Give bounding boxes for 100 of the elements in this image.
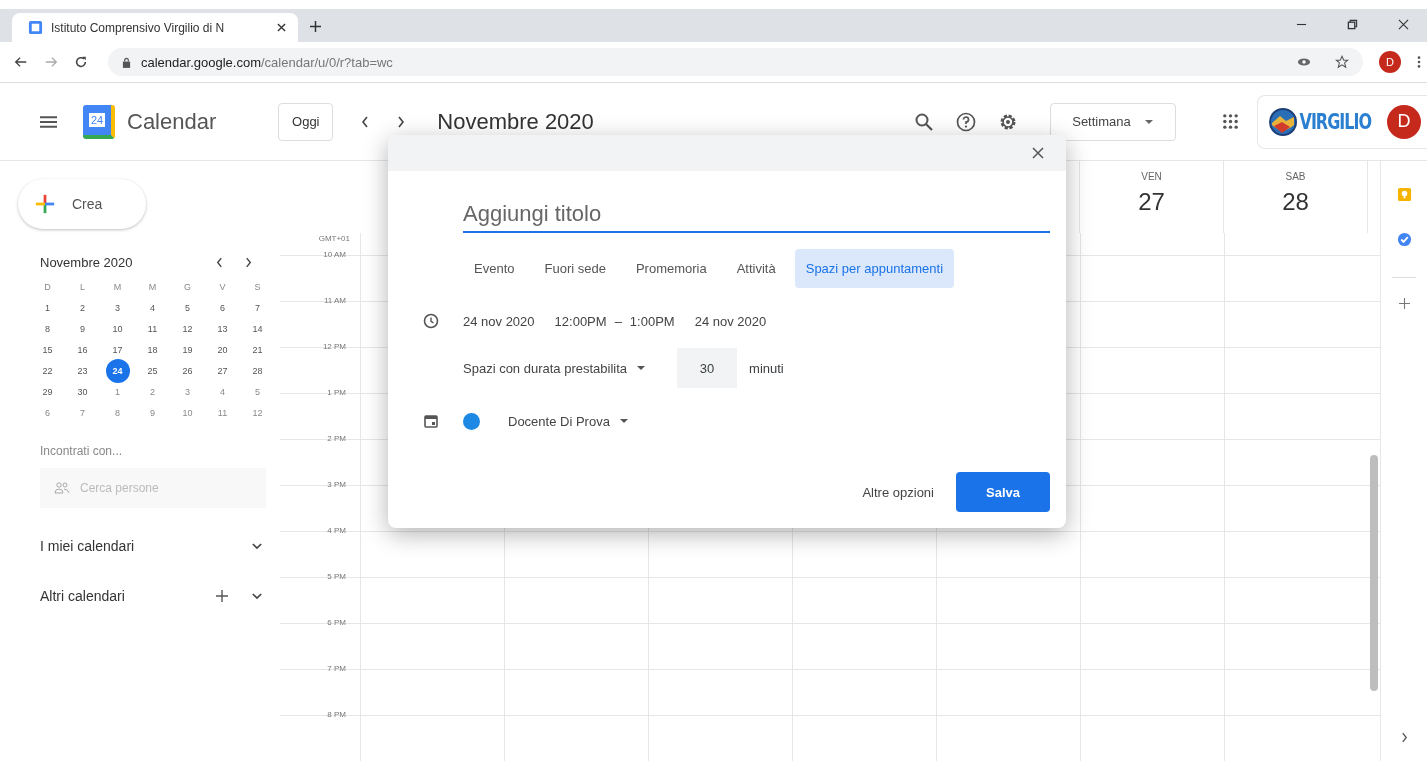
end-time[interactable]: 1:00PM xyxy=(629,313,675,329)
scrollbar[interactable] xyxy=(1370,455,1378,691)
more-options-button[interactable]: Altre opzioni xyxy=(856,483,940,501)
chevron-right-icon[interactable] xyxy=(1400,732,1408,743)
reload-icon[interactable] xyxy=(74,55,88,69)
calendar-dropdown[interactable]: Docente Di Prova xyxy=(500,413,636,429)
plus-icon[interactable] xyxy=(310,21,321,32)
mini-calendar-day[interactable]: 30 xyxy=(73,383,92,401)
start-date[interactable]: 24 nov 2020 xyxy=(463,313,535,329)
mini-calendar-day[interactable]: 25 xyxy=(143,362,162,380)
close-icon[interactable] xyxy=(1032,147,1044,159)
browser-tab[interactable]: Istituto Comprensivo Virgilio di N xyxy=(12,13,298,42)
mini-calendar-day[interactable]: 7 xyxy=(248,299,267,317)
chevron-down-icon[interactable] xyxy=(252,592,262,600)
weekday-label: M xyxy=(147,281,158,294)
slot-mode-dropdown[interactable]: Spazi con durata prestabilita xyxy=(463,360,646,376)
mini-calendar-day[interactable]: 14 xyxy=(248,320,267,338)
mini-calendar-day[interactable]: 2 xyxy=(143,383,162,401)
mini-calendar-day[interactable]: 21 xyxy=(248,341,267,359)
brand-logo-text: VIRGILIO xyxy=(1299,109,1371,134)
minutes-field[interactable]: 30 xyxy=(677,348,738,388)
event-type-tab[interactable]: Promemoria xyxy=(624,249,718,288)
account-avatar[interactable]: D xyxy=(1387,104,1421,139)
mini-calendar-day[interactable]: 11 xyxy=(143,320,162,338)
title-input-field[interactable]: Aggiungi titolo xyxy=(463,197,1050,233)
close-icon[interactable] xyxy=(1398,19,1409,30)
search-icon[interactable] xyxy=(913,111,934,132)
save-button[interactable]: Salva xyxy=(956,472,1050,512)
mini-calendar-day[interactable]: 23 xyxy=(73,362,92,380)
mini-calendar-day[interactable]: 13 xyxy=(213,320,232,338)
mini-calendar-day[interactable]: 4 xyxy=(143,299,162,317)
mini-calendar-day[interactable]: 1 xyxy=(108,383,127,401)
event-type-tab[interactable]: Evento xyxy=(463,249,526,288)
section-heading[interactable]: I miei calendari xyxy=(40,538,135,554)
weekday-label: M xyxy=(112,281,123,294)
apps-grid-icon[interactable] xyxy=(1221,113,1239,130)
mini-calendar-day[interactable]: 4 xyxy=(213,383,232,401)
mini-calendar-day[interactable]: 6 xyxy=(213,299,232,317)
mini-calendar-day[interactable]: 24 xyxy=(105,359,130,383)
mini-calendar-day[interactable]: 3 xyxy=(108,299,127,317)
day-number[interactable]: 27 xyxy=(1138,188,1165,216)
mini-calendar-day[interactable]: 11 xyxy=(213,404,232,422)
event-type-tab[interactable]: Attività xyxy=(725,249,787,288)
mini-calendar-day[interactable]: 9 xyxy=(73,320,92,338)
mini-calendar-day[interactable]: 6 xyxy=(38,404,57,422)
start-time[interactable]: 12:00PM xyxy=(554,313,607,329)
mini-calendar-day[interactable]: 19 xyxy=(178,341,197,359)
back-arrow-icon[interactable] xyxy=(14,55,28,69)
globe-logo-icon xyxy=(1267,106,1298,137)
event-type-tab[interactable]: Spazi per appuntamenti xyxy=(794,249,955,288)
help-icon[interactable] xyxy=(955,111,976,132)
mini-calendar-day[interactable]: 10 xyxy=(178,404,197,422)
mini-calendar-day[interactable]: 18 xyxy=(143,341,162,359)
hour-label: 2 PM xyxy=(327,434,346,443)
people-search-field[interactable]: Cerca persone xyxy=(40,468,266,508)
event-type-tab[interactable]: Fuori sede xyxy=(533,249,617,288)
calendar-icon xyxy=(28,20,43,35)
mini-calendar-day[interactable]: 10 xyxy=(108,320,127,338)
mini-calendar-day[interactable]: 5 xyxy=(248,383,267,401)
chevron-right-icon[interactable] xyxy=(397,115,406,128)
mini-calendar-day[interactable]: 17 xyxy=(108,341,127,359)
caret-icon xyxy=(637,366,646,370)
create-button[interactable]: Crea xyxy=(18,179,146,229)
chevron-left-icon[interactable] xyxy=(361,115,370,128)
mini-calendar-day[interactable]: 8 xyxy=(38,320,57,338)
mini-calendar-day[interactable]: 15 xyxy=(38,341,57,359)
mini-calendar-day[interactable]: 12 xyxy=(178,320,197,338)
restore-icon[interactable] xyxy=(1347,19,1358,30)
today-button[interactable]: Oggi xyxy=(278,102,334,141)
plus-icon[interactable] xyxy=(1398,298,1410,309)
close-icon[interactable] xyxy=(277,23,286,32)
plus-icon[interactable] xyxy=(216,590,228,602)
mini-calendar-day[interactable]: 2 xyxy=(73,299,92,317)
chevron-right-icon[interactable] xyxy=(245,257,252,268)
mini-calendar-day[interactable]: 20 xyxy=(213,341,232,359)
chevron-left-icon[interactable] xyxy=(216,257,223,268)
mini-calendar-day[interactable]: 22 xyxy=(38,362,57,380)
checkmark-circle-icon[interactable] xyxy=(1396,232,1412,247)
address-bar[interactable]: calendar.google.com/calendar/u/0/r?tab=wc xyxy=(108,48,1363,76)
day-number[interactable]: 28 xyxy=(1282,188,1309,216)
mini-calendar-day[interactable]: 16 xyxy=(73,341,92,359)
star-icon[interactable] xyxy=(1335,55,1349,69)
view-dropdown[interactable]: Settimana xyxy=(1049,102,1176,141)
end-date[interactable]: 24 nov 2020 xyxy=(694,313,767,329)
mini-calendar-day[interactable]: 26 xyxy=(178,362,197,380)
mini-calendar-day[interactable]: 28 xyxy=(248,362,267,380)
mini-calendar-day[interactable]: 8 xyxy=(108,404,127,422)
mini-calendar-day[interactable]: 7 xyxy=(73,404,92,422)
mini-calendar-day[interactable]: 1 xyxy=(38,299,57,317)
mini-calendar-day[interactable]: 3 xyxy=(178,383,197,401)
menu-icon[interactable] xyxy=(1417,55,1421,69)
mini-calendar-day[interactable]: 12 xyxy=(248,404,267,422)
mini-calendar-day[interactable]: 27 xyxy=(213,362,232,380)
profile-avatar[interactable]: D xyxy=(1379,51,1401,73)
mini-calendar-day[interactable]: 29 xyxy=(38,383,57,401)
mini-calendar-day[interactable]: 9 xyxy=(143,404,162,422)
chevron-down-icon[interactable] xyxy=(252,542,262,550)
section-heading[interactable]: Altri calendari xyxy=(40,588,125,604)
menu-icon[interactable] xyxy=(40,115,57,128)
mini-calendar-day[interactable]: 5 xyxy=(178,299,197,317)
